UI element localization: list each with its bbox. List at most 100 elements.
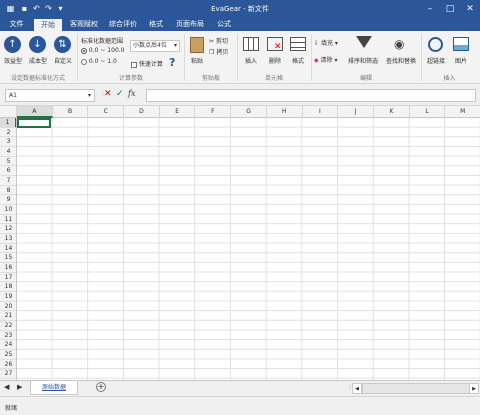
column-header[interactable]: C <box>88 106 125 118</box>
row-header[interactable]: 25 <box>0 350 16 360</box>
row-header[interactable]: 8 <box>0 186 16 196</box>
scroll-right-icon[interactable]: ▶ <box>17 383 22 391</box>
hyperlink-button[interactable]: 超链接 <box>425 34 447 70</box>
cell-grid[interactable] <box>17 118 480 380</box>
row-header[interactable]: 13 <box>0 234 16 244</box>
row-header[interactable]: 26 <box>0 360 16 370</box>
horizontal-scrollbar[interactable] <box>362 383 470 394</box>
chevron-down-icon: ▾ <box>87 92 91 99</box>
row-header[interactable]: 21 <box>0 311 16 322</box>
row-header[interactable]: 2 <box>0 128 16 138</box>
row-header-column: 1 2 3 4 5 6 7 8 9 10 11 12 13 14 15 16 17 18 19 20 21 22 23 24 2… <box>0 118 17 380</box>
status-bar: 就绪 <box>0 396 480 415</box>
row-header[interactable]: 1 <box>0 118 16 128</box>
row-header[interactable]: 15 <box>0 253 16 264</box>
row-header[interactable]: 17 <box>0 273 16 283</box>
row-header[interactable]: 11 <box>0 215 16 225</box>
column-header[interactable]: A <box>17 106 53 118</box>
scroll-left-icon[interactable]: ◀ <box>352 383 362 394</box>
add-sheet-icon[interactable]: + <box>96 382 106 392</box>
cut-button[interactable]: ✂ 剪切 <box>209 36 228 45</box>
sheet-tab-bar: ◀ ▶ 原始数据 + ⋮ ◀ ▶ <box>0 380 480 396</box>
picture-button[interactable]: 图片 <box>451 34 471 70</box>
fx-icon[interactable]: fx <box>128 89 135 98</box>
column-header[interactable]: I <box>303 106 339 118</box>
scroll-right-icon[interactable]: ▶ <box>469 383 479 394</box>
copy-button[interactable]: ❐ 拷贝 <box>209 47 228 56</box>
benefit-type-button[interactable]: ↑ 效益型 <box>3 34 23 70</box>
sort-filter-button[interactable]: 排序和筛选 <box>344 34 382 70</box>
close-button[interactable]: ✕ <box>460 0 480 18</box>
row-header[interactable]: 5 <box>0 157 16 167</box>
column-header[interactable]: J <box>338 106 374 118</box>
row-header[interactable]: 19 <box>0 292 16 302</box>
cost-type-button[interactable]: ↓ 成本型 <box>27 34 49 70</box>
custom-type-button[interactable]: ⇅ 自定义 <box>52 34 74 70</box>
row-header[interactable]: 27 <box>0 369 16 380</box>
group-label-standardize: 设定数据标准化方式 <box>10 75 65 82</box>
clear-button[interactable]: ◆ 清除 ▾ <box>314 55 338 64</box>
column-header[interactable]: H <box>267 106 303 118</box>
paste-button[interactable]: 粘贴 <box>187 34 207 70</box>
row-header[interactable]: 22 <box>0 321 16 331</box>
select-all-corner[interactable] <box>0 106 17 118</box>
row-header[interactable]: 20 <box>0 302 16 312</box>
column-header[interactable]: F <box>196 106 232 118</box>
row-header[interactable]: 12 <box>0 224 16 235</box>
tab-format[interactable]: 格式 <box>144 18 168 31</box>
row-header[interactable]: 6 <box>0 166 16 176</box>
radio-range-100[interactable]: 0.0 ~ 100.0 <box>81 47 124 54</box>
tab-objective-weighting[interactable]: 客观赋权 <box>66 18 102 31</box>
tab-evaluation[interactable]: 综合评价 <box>105 18 141 31</box>
sheet-tab-active[interactable]: 原始数据 <box>30 381 78 395</box>
row-header[interactable]: 24 <box>0 340 16 351</box>
row-header[interactable]: 23 <box>0 331 16 341</box>
format-cells-button[interactable]: 格式 <box>288 34 308 70</box>
status-text: 就绪 <box>5 405 18 412</box>
row-header[interactable]: 18 <box>0 282 16 293</box>
cancel-icon[interactable]: ✕ <box>104 89 112 99</box>
row-header[interactable]: 14 <box>0 244 16 254</box>
column-header[interactable]: G <box>231 106 267 118</box>
radio-checked-icon <box>81 47 87 54</box>
x-icon: ✕ <box>274 42 282 52</box>
globe-icon <box>428 37 443 52</box>
row-header[interactable]: 9 <box>0 195 16 206</box>
row-header[interactable]: 16 <box>0 263 16 273</box>
row-header[interactable]: 10 <box>0 205 16 215</box>
tab-formula[interactable]: 公式 <box>212 18 236 31</box>
selected-cell[interactable] <box>17 118 51 128</box>
name-box[interactable]: A1 ▾ <box>5 89 95 102</box>
scissors-icon: ✂ <box>209 38 215 45</box>
tab-home[interactable]: 开始 <box>34 19 62 31</box>
row-header[interactable]: 7 <box>0 176 16 186</box>
column-header[interactable]: L <box>410 106 446 118</box>
insert-cells-button[interactable]: 插入 <box>240 34 262 70</box>
copy-icon: ❐ <box>209 49 215 56</box>
tab-file[interactable]: 文件 <box>3 18 30 31</box>
column-header[interactable]: K <box>374 106 410 118</box>
fill-button[interactable]: ⇩ 填充 ▾ <box>314 38 338 47</box>
check-icon[interactable]: ✓ <box>116 89 124 99</box>
column-header[interactable]: D <box>124 106 160 118</box>
column-header-row: ABCDEFGHIJKLM <box>0 106 480 118</box>
column-header[interactable]: M <box>445 106 480 118</box>
radio-range-1[interactable]: 0.0 ~ 1.0 <box>81 58 117 65</box>
maximize-button[interactable]: □ <box>440 0 460 18</box>
chevron-down-icon: ▾ <box>173 42 177 49</box>
precision-select[interactable]: 小数点后4位 ▾ <box>130 40 180 52</box>
quick-calc-checkbox[interactable]: 快速计算 <box>131 59 163 68</box>
scroll-left-icon[interactable]: ◀ <box>4 383 9 391</box>
window-title: EvaGear - 新文件 <box>211 5 269 13</box>
row-header[interactable]: 3 <box>0 137 16 147</box>
help-icon[interactable]: ? <box>169 56 175 69</box>
minimize-button[interactable]: – <box>420 0 440 18</box>
column-header[interactable]: E <box>160 106 196 118</box>
column-header[interactable]: B <box>53 106 89 118</box>
row-header[interactable]: 4 <box>0 147 16 157</box>
tab-page-layout[interactable]: 页面布局 <box>172 18 208 31</box>
find-replace-button[interactable]: ◉ 查找和替换 <box>383 34 419 70</box>
ribbon-separator <box>77 34 78 81</box>
delete-cells-button[interactable]: ✕ 删除 <box>264 34 286 70</box>
formula-input[interactable] <box>146 89 476 102</box>
